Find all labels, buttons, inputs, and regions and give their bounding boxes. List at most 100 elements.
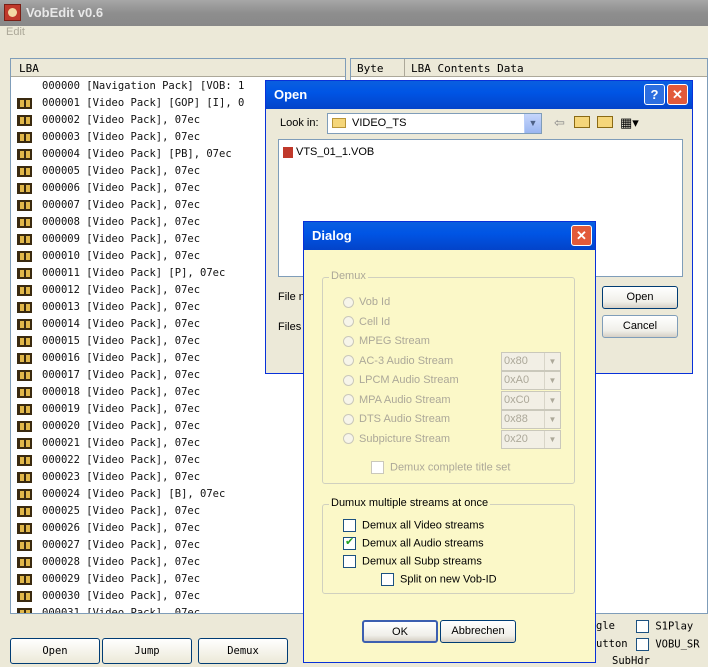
demux-button[interactable]: Demux <box>198 638 288 664</box>
stream-id-select[interactable]: 0x20 ▼ <box>501 429 561 449</box>
lba-row-text: 000018 [Video Pack], 07ec <box>42 386 201 398</box>
lba-row[interactable]: 000019 [Video Pack], 07ec <box>11 401 345 418</box>
open-cancel-button[interactable]: Cancel <box>602 315 678 338</box>
up-folder-icon[interactable] <box>574 116 590 128</box>
demux-subp-option[interactable]: Demux all Subp streams <box>343 555 482 568</box>
demux-option-radio[interactable]: LPCM Audio Stream <box>343 374 459 386</box>
lba-row-text: 000029 [Video Pack], 07ec <box>42 573 201 585</box>
lba-row[interactable]: 000030 [Video Pack], 07ec <box>11 588 345 605</box>
lba-row[interactable]: 000031 [Video Pack], 07ec <box>11 605 345 613</box>
ok-button[interactable]: OK <box>362 620 438 643</box>
lba-row[interactable]: 000028 [Video Pack], 07ec <box>11 554 345 571</box>
abbrechen-button[interactable]: Abbrechen <box>440 620 516 643</box>
radio-button[interactable] <box>343 296 354 308</box>
radio-button[interactable] <box>343 335 354 347</box>
s1play-option[interactable]: S1Play <box>636 620 693 633</box>
radio-button[interactable] <box>343 433 354 445</box>
stream-id-select[interactable]: 0xA0 ▼ <box>501 371 561 390</box>
button-option[interactable]: utton <box>596 638 628 650</box>
demux-audio-option[interactable]: Demux all Audio streams <box>343 535 484 550</box>
lba-row[interactable]: 000029 [Video Pack], 07ec <box>11 571 345 588</box>
lba-row-text: 000013 [Video Pack], 07ec <box>42 301 201 313</box>
file-item[interactable]: VTS_01_1.VOB <box>296 146 374 158</box>
lba-row[interactable]: 000024 [Video Pack] [B], 07ec <box>11 486 345 503</box>
film-frame-icon <box>16 369 33 382</box>
demux-option-radio[interactable]: AC-3 Audio Stream <box>343 355 453 367</box>
radio-button[interactable] <box>343 355 354 367</box>
lba-row[interactable]: 000026 [Video Pack], 07ec <box>11 520 345 537</box>
demux-complete-option[interactable]: Demux complete title set <box>371 461 510 474</box>
demux-option-radio[interactable]: Vob Id <box>343 296 390 308</box>
jump-button[interactable]: Jump <box>102 638 192 664</box>
lba-row[interactable]: 000018 [Video Pack], 07ec <box>11 384 345 401</box>
chevron-down-icon[interactable]: ▼ <box>544 372 560 389</box>
radio-button[interactable] <box>343 316 354 328</box>
radio-button[interactable] <box>343 374 354 386</box>
demux-group: Demux Vob Id Cell Id MPEG Stream AC-3 Audio… <box>322 270 575 484</box>
film-frame-icon <box>16 335 33 348</box>
lba-row-text: 000009 [Video Pack], 07ec <box>42 233 201 245</box>
lba-row[interactable]: 000020 [Video Pack], 07ec <box>11 418 345 435</box>
app-icon <box>4 4 21 21</box>
lba-row-text: 000008 [Video Pack], 07ec <box>42 216 201 228</box>
film-frame-icon <box>16 165 33 178</box>
film-frame-icon <box>16 454 33 467</box>
menu-edit[interactable]: Edit <box>6 26 25 38</box>
film-frame-icon <box>16 607 33 613</box>
demux-video-option[interactable]: Demux all Video streams <box>343 519 484 532</box>
stream-id-select[interactable]: 0x88 ▼ <box>501 410 561 429</box>
view-menu-icon[interactable]: ▦▾ <box>620 115 639 131</box>
open-button[interactable]: Open <box>10 638 100 664</box>
demux-complete-checkbox[interactable] <box>371 461 384 474</box>
s1play-checkbox[interactable] <box>636 620 649 633</box>
new-folder-icon[interactable] <box>597 116 613 128</box>
lba-row[interactable]: 000021 [Video Pack], 07ec <box>11 435 345 452</box>
demux-subp-checkbox[interactable] <box>343 555 356 568</box>
vobu-sr-checkbox[interactable] <box>636 638 649 651</box>
lba-row[interactable]: 000025 [Video Pack], 07ec <box>11 503 345 520</box>
dialog-title: Dialog <box>312 228 352 243</box>
demux-video-checkbox[interactable] <box>343 519 356 532</box>
demux-option-radio[interactable]: MPA Audio Stream <box>343 394 451 406</box>
subhdr-option[interactable]: SubHdr <box>612 655 650 667</box>
radio-button[interactable] <box>343 394 354 406</box>
open-dialog-close-button[interactable]: ✕ <box>667 84 688 105</box>
dialog-close-button[interactable]: ✕ <box>571 225 592 246</box>
split-vobid-checkbox[interactable] <box>381 573 394 586</box>
single-option[interactable]: gle <box>596 620 615 632</box>
stream-id-select[interactable]: 0x80 ▼ <box>501 351 561 371</box>
lba-row-text: 000007 [Video Pack], 07ec <box>42 199 201 211</box>
stream-id-select[interactable]: 0xC0 ▼ <box>501 390 561 410</box>
split-vobid-option[interactable]: Split on new Vob-ID <box>381 573 497 586</box>
lba-row[interactable]: 000023 [Video Pack], 07ec <box>11 469 345 486</box>
film-frame-icon <box>16 182 33 195</box>
contents-column-header[interactable]: LBA Contents Data <box>405 59 707 76</box>
chevron-down-icon[interactable]: ▼ <box>544 430 560 448</box>
lba-column-header[interactable]: LBA <box>11 59 345 77</box>
demux-option-radio[interactable]: MPEG Stream <box>343 335 430 347</box>
lba-row[interactable]: 000022 [Video Pack], 07ec <box>11 452 345 469</box>
demux-option-radio[interactable]: DTS Audio Stream <box>343 413 450 425</box>
byte-column-header[interactable]: Byte <box>351 59 405 76</box>
look-in-combo[interactable]: VIDEO_TS ▼ <box>327 113 542 134</box>
app-title-bar: VobEdit v0.6 <box>0 0 708 26</box>
demux-option-radio[interactable]: Cell Id <box>343 316 390 328</box>
chevron-down-icon[interactable]: ▼ <box>544 352 560 370</box>
vobu-sr-option[interactable]: VOBU_SR <box>636 638 700 651</box>
radio-button[interactable] <box>343 413 354 425</box>
film-frame-icon <box>16 233 33 246</box>
lba-row-text: 000011 [Video Pack] [P], 07ec <box>42 267 226 279</box>
chevron-down-icon[interactable]: ▼ <box>544 391 560 409</box>
help-button[interactable]: ? <box>644 84 665 105</box>
chevron-down-icon[interactable]: ▼ <box>544 411 560 428</box>
film-frame-icon <box>16 267 33 280</box>
back-icon[interactable]: ⇦ <box>554 115 565 131</box>
demux-option-radio[interactable]: Subpicture Stream <box>343 433 450 445</box>
film-frame-icon <box>16 522 33 535</box>
open-file-button[interactable]: Open <box>602 286 678 309</box>
lba-row[interactable]: 000027 [Video Pack], 07ec <box>11 537 345 554</box>
demux-audio-checkbox[interactable] <box>343 535 356 550</box>
look-in-label: Look in: <box>280 117 319 129</box>
chevron-down-icon[interactable]: ▼ <box>524 114 541 133</box>
lba-row-text: 000024 [Video Pack] [B], 07ec <box>42 488 226 500</box>
